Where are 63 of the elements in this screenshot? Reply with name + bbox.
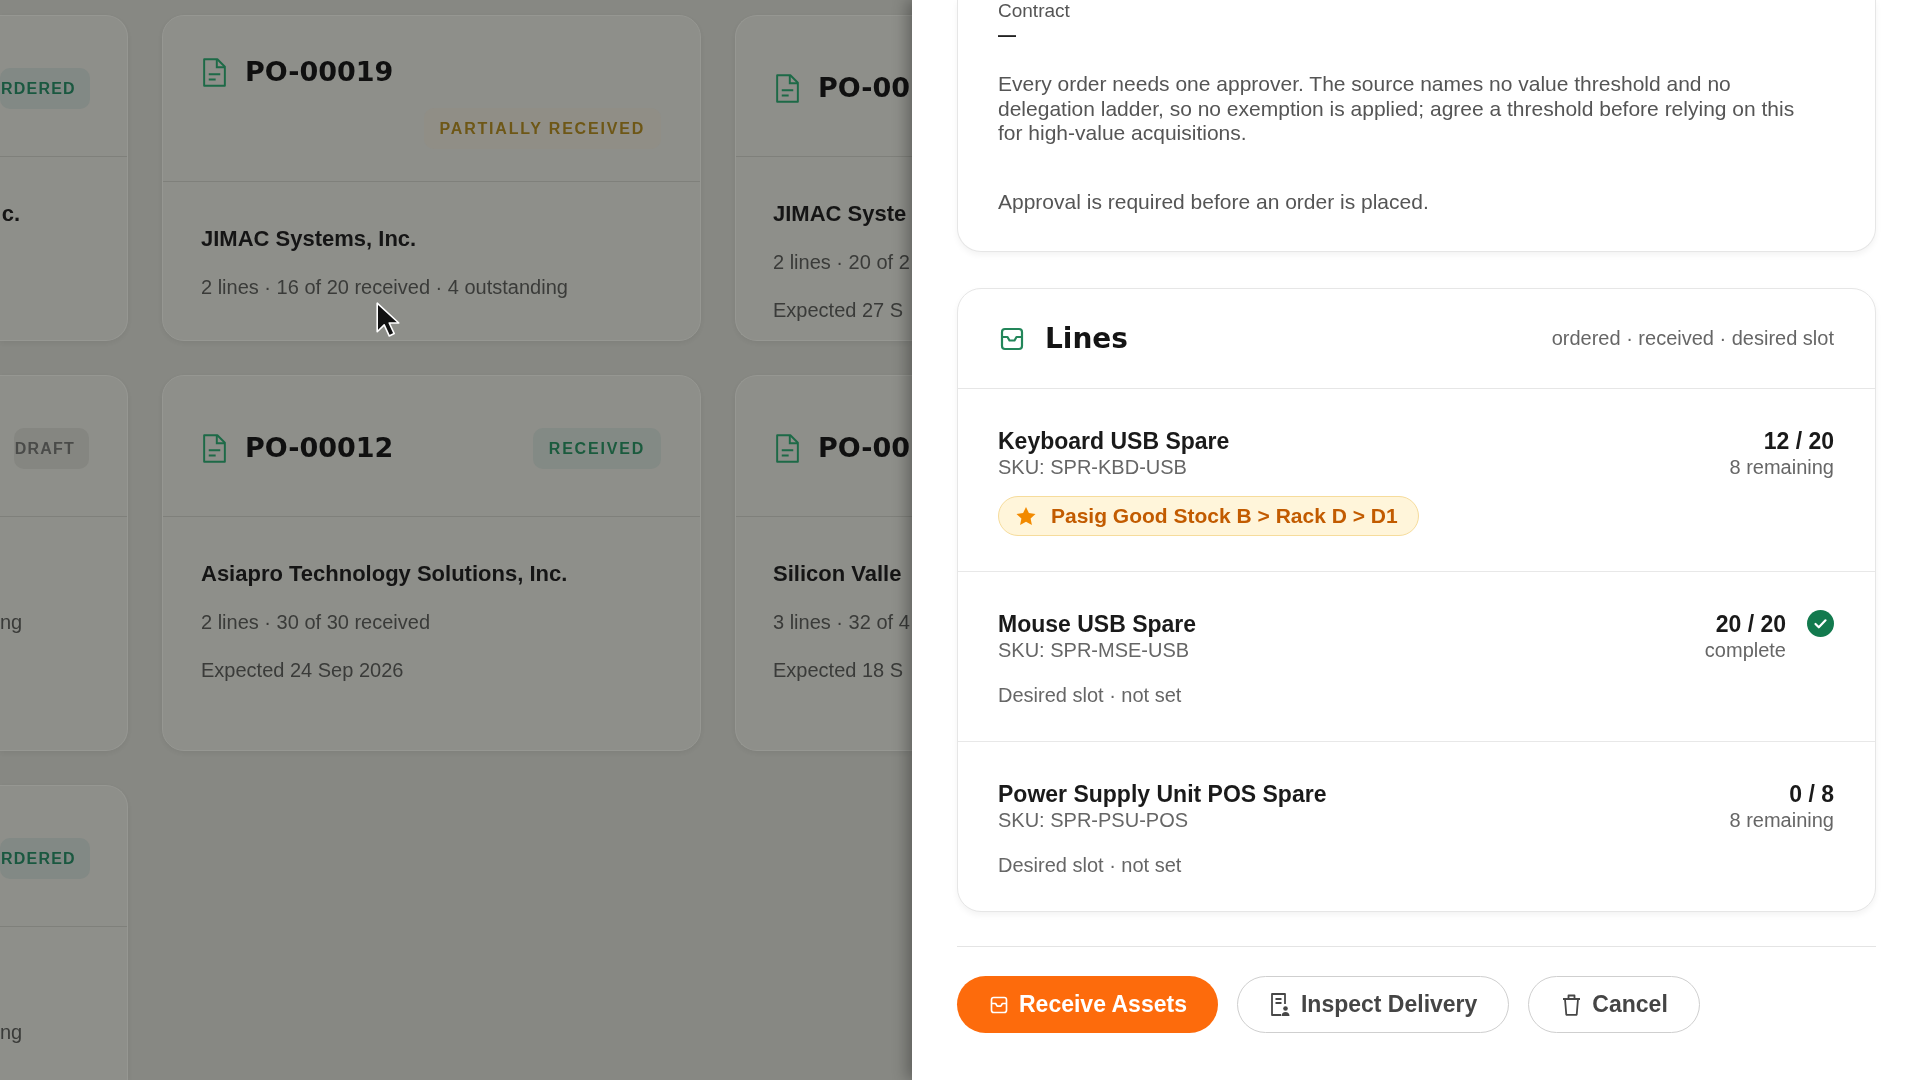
status-badge: RDERED	[0, 837, 90, 879]
mouse-pointer-icon	[376, 302, 400, 338]
section-title: Lines	[1045, 322, 1129, 355]
order-detail: ng	[0, 611, 23, 633]
cancel-button[interactable]: Cancel	[1528, 976, 1700, 1033]
supplier-name: c.	[1, 201, 20, 226]
document-icon	[776, 73, 799, 103]
order-number: PO-00	[818, 431, 911, 465]
item-name: Power Supply Unit POS Spare	[998, 782, 1327, 806]
order-card[interactable]: PO-00 JIMAC Syste 2 lines · 20 of 2 Expected 27 S	[735, 15, 912, 341]
status-badge: DRAFT	[13, 427, 89, 469]
sku-text: SKU: SPR-PSU-POS	[998, 809, 1189, 831]
column-legend: ordered · received · desired slot	[1551, 327, 1834, 350]
trash-icon	[1562, 993, 1582, 1016]
field-value: —	[998, 24, 1016, 47]
star-icon	[1016, 506, 1036, 526]
order-number: PO-00019	[245, 55, 394, 89]
supplier-name: JIMAC Syste	[773, 201, 907, 226]
policy-note: Approval is required before an order is placed.	[998, 189, 1429, 214]
document-icon	[203, 57, 226, 87]
tray-icon	[990, 995, 1008, 1014]
order-detail: Expected 18 S	[773, 659, 904, 681]
inspect-delivery-button[interactable]: Inspect Delivery	[1236, 976, 1510, 1033]
order-card[interactable]: PO-00012 RECEIVED Asiapro Technology Solutions, Inc. 2 lines · 30 of 30 received Expected 24 Sep 2026	[162, 375, 701, 751]
status-badge: PARTIALLY RECEIVED	[423, 108, 661, 149]
field-label: Contract	[998, 0, 1070, 22]
supplier-name: JIMAC Systems, Inc.	[201, 226, 417, 251]
order-detail: Expected 24 Sep 2026	[201, 659, 404, 681]
tray-icon	[1000, 326, 1024, 351]
item-name: Mouse USB Spare	[998, 612, 1197, 636]
order-detail: 2 lines · 16 of 20 received · 4 outstanding	[201, 276, 568, 298]
slot-text: Desired slot · not set	[998, 854, 1182, 876]
document-person-icon	[1270, 993, 1290, 1016]
quantity-text: 0 / 8	[1789, 782, 1834, 806]
slot-label: Pasig Good Stock B > Rack D > D1	[1051, 504, 1398, 528]
policy-note: Every order needs one approver. The source names no value threshold and no delegation ladder, so no exemption is applied; agree a threshold before relying on this for high-value acquisitions.	[998, 72, 1796, 146]
order-card[interactable]: RDERED c.	[0, 15, 128, 341]
order-number: PO-00	[818, 71, 911, 105]
document-icon	[203, 433, 226, 463]
order-number: PO-00012	[245, 431, 394, 465]
order-detail: ng	[0, 1021, 23, 1043]
document-icon	[776, 433, 799, 463]
order-detail: 2 lines · 30 of 30 received	[201, 611, 431, 633]
quantity-text: 20 / 20	[1715, 612, 1786, 636]
supplier-name: Asiapro Technology Solutions, Inc.	[201, 561, 568, 586]
item-name: Keyboard USB Spare	[998, 429, 1230, 453]
order-card[interactable]: DRAFT ng	[0, 375, 128, 751]
quantity-text: 12 / 20	[1763, 429, 1834, 453]
order-detail: 3 lines · 32 of 4	[773, 611, 910, 633]
status-badge: RECEIVED	[532, 427, 661, 469]
order-card[interactable]: RDERED ng	[0, 785, 128, 1080]
line-status: complete	[1704, 639, 1786, 661]
order-card[interactable]: PO-00 Silicon Valle 3 lines · 32 of 4 Expected 18 S	[735, 375, 912, 751]
order-detail: 2 lines · 20 of 2	[773, 251, 910, 273]
order-detail: Expected 27 S	[773, 299, 904, 321]
status-badge: RDERED	[0, 67, 90, 109]
line-status: 8 remaining	[1729, 809, 1834, 831]
supplier-name: Silicon Valle	[773, 561, 902, 586]
slot-text: Desired slot · not set	[998, 684, 1182, 706]
sku-text: SKU: SPR-KBD-USB	[998, 456, 1187, 478]
sku-text: SKU: SPR-MSE-USB	[998, 639, 1190, 661]
line-status: 8 remaining	[1729, 456, 1834, 478]
order-card[interactable]: PO-00019 PARTIALLY RECEIVED JIMAC Systems, Inc. 2 lines · 16 of 20 received · 4 outstanding	[162, 15, 701, 341]
